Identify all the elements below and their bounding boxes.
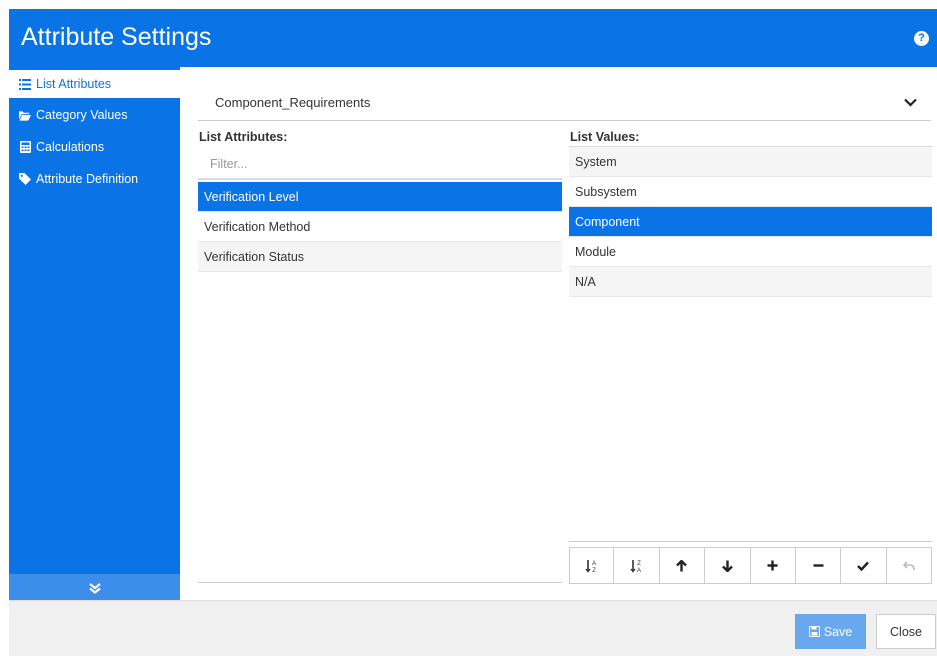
close-button[interactable]: Close — [876, 614, 936, 649]
sidebar-item-attribute-definition[interactable]: Attribute Definition — [9, 164, 180, 194]
svg-text:A: A — [637, 568, 641, 573]
sidebar-item-category-values[interactable]: Category Values — [9, 100, 180, 130]
remove-button[interactable] — [795, 547, 842, 584]
sort-ascending-icon: AZ — [585, 559, 596, 573]
calculator-icon — [19, 141, 31, 153]
chevron-down-icon — [904, 95, 917, 110]
save-button-label: Save — [823, 624, 853, 639]
sidebar-item-list-attributes[interactable]: List Attributes — [9, 70, 180, 98]
save-button[interactable]: Save — [795, 614, 866, 649]
list-item[interactable]: Verification Status — [198, 242, 562, 272]
question-circle-icon[interactable]: ? — [914, 31, 929, 46]
sort-descending-icon: ZA — [630, 559, 641, 573]
list-icon — [19, 78, 31, 90]
svg-text:Z: Z — [637, 561, 641, 567]
move-up-icon — [676, 559, 688, 571]
tag-icon — [19, 173, 31, 185]
list-item[interactable]: System — [569, 147, 932, 177]
dialog-header: Attribute Settings ? — [9, 9, 937, 67]
sidebar-item-calculations[interactable]: Calculations — [9, 132, 180, 162]
confirm-button[interactable] — [841, 547, 887, 584]
list-attributes-list: Verification Level Verification Method V… — [198, 182, 562, 272]
sidebar-item-label: List Attributes — [36, 77, 112, 91]
sidebar-item-label: Attribute Definition — [36, 172, 139, 186]
add-button[interactable] — [750, 547, 796, 584]
svg-text:Z: Z — [592, 568, 596, 573]
divider — [569, 541, 932, 542]
undo-icon — [902, 560, 915, 570]
remove-icon — [813, 564, 824, 567]
list-item[interactable]: Module — [569, 237, 932, 267]
add-icon — [767, 560, 778, 571]
dialog-title: Attribute Settings — [21, 23, 212, 51]
sort-descending-button[interactable]: ZA — [614, 547, 660, 584]
double-chevron-down-icon — [88, 582, 101, 594]
list-attributes-label: List Attributes: — [199, 130, 288, 144]
floppy-disk-icon — [808, 626, 820, 637]
list-item[interactable]: Subsystem — [569, 177, 932, 207]
dropdown-value: Component_Requirements — [215, 95, 371, 110]
list-values-list: System Subsystem Component Module N/A — [569, 147, 932, 297]
sidebar-expand-button[interactable] — [9, 574, 180, 600]
sidebar: List Attributes Category Values Calculat… — [9, 67, 180, 600]
sidebar-item-label: Category Values — [36, 108, 128, 122]
move-down-icon — [721, 560, 733, 572]
list-item[interactable]: Verification Level — [198, 182, 562, 212]
attribute-set-dropdown[interactable]: Component_Requirements — [198, 88, 931, 121]
list-values-label: List Values: — [570, 130, 640, 144]
sidebar-item-label: Calculations — [36, 140, 105, 154]
divider — [198, 582, 562, 583]
list-item[interactable]: Verification Method — [198, 212, 562, 242]
undo-button[interactable] — [886, 547, 932, 584]
list-values-toolbar: AZ ZA — [569, 547, 932, 584]
filter-input[interactable] — [198, 149, 562, 180]
list-item[interactable]: N/A — [569, 267, 932, 297]
svg-text:A: A — [592, 561, 596, 567]
sort-ascending-button[interactable]: AZ — [569, 547, 615, 584]
check-icon — [857, 561, 870, 571]
move-down-button[interactable] — [705, 547, 751, 584]
move-up-button[interactable] — [659, 547, 706, 584]
list-item[interactable]: Component — [569, 207, 932, 237]
folder-icon — [19, 109, 31, 121]
